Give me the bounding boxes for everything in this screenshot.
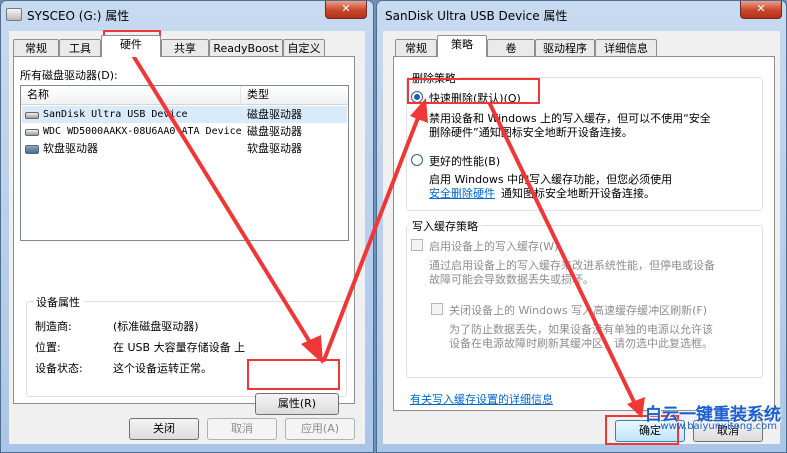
better-performance-radio[interactable]: [411, 154, 423, 166]
close-icon: ✕: [341, 2, 351, 15]
disable-flush-description: 设备在电源故障时刷新其缓冲区，请勿选中此复选框。: [449, 337, 713, 350]
device-type: 软盘驱动器: [247, 142, 302, 155]
close-button[interactable]: 关闭: [129, 418, 199, 440]
floppy-drive-icon: [25, 145, 39, 154]
properties-button[interactable]: 属性(R): [255, 393, 339, 415]
write-caching-group: 写入缓存策略 启用设备上的写入缓存(W) 通过启用设备上的写入缓存来改进系统性能…: [406, 218, 763, 378]
close-icon: ✕: [756, 2, 766, 15]
removal-policy-group: 删除策略 快速删除(默认)(Q) 禁用设备和 Windows 上的写入缓存，但可…: [406, 70, 763, 211]
write-caching-legend: 写入缓存策略: [409, 218, 481, 234]
device-type: 磁盘驱动器: [247, 108, 302, 121]
device-properties-legend: 设备属性: [33, 294, 83, 310]
left-title-bar[interactable]: SYSCEO (G:) 属性 ✕: [1, 1, 373, 29]
list-header: 名称 类型: [21, 86, 348, 105]
policies-tab-page: 删除策略 快速删除(默认)(Q) 禁用设备和 Windows 上的写入缓存，但可…: [393, 56, 775, 411]
tab-general[interactable]: 常规: [13, 39, 59, 57]
right-properties-dialog: SanDisk Ultra USB Device 属性 ✕ 常规 策略 卷 驱动…: [376, 0, 787, 453]
disk-drive-list[interactable]: 名称 类型 SanDisk Ultra USB Device 磁盘驱动器 WDC…: [20, 85, 349, 241]
better-performance-label[interactable]: 更好的性能(B): [429, 153, 500, 169]
enable-write-caching-checkbox[interactable]: [411, 239, 423, 251]
manufacturer-label: 制造商:: [35, 320, 72, 333]
right-dialog-body: 常规 策略 卷 驱动程序 详细信息 删除策略 快速删除(默认)(Q) 禁用设备和…: [383, 31, 780, 444]
removal-policy-legend: 删除策略: [409, 70, 459, 86]
device-name: WDC WD5000AAKX-08U6AA0 ATA Device: [43, 126, 242, 137]
tab-readyboost[interactable]: ReadyBoost: [209, 39, 283, 57]
enable-write-caching-label[interactable]: 启用设备上的写入缓存(W): [429, 238, 558, 254]
tab-volumes[interactable]: 卷: [487, 39, 535, 57]
quick-removal-label[interactable]: 快速删除(默认)(Q): [429, 90, 521, 106]
left-dialog-body: 常规 工具 硬件 共享 ReadyBoost 自定义 所有磁盘驱动器(D): 名…: [9, 31, 365, 444]
column-type[interactable]: 类型: [241, 86, 348, 104]
list-item[interactable]: WDC WD5000AAKX-08U6AA0 ATA Device 磁盘驱动器: [22, 123, 347, 140]
device-properties-group: 设备属性 制造商: (标准磁盘驱动器) 位置: 在 USB 大容量存储设备 上 …: [26, 294, 347, 397]
left-properties-dialog: SYSCEO (G:) 属性 ✕ 常规 工具 硬件 共享 ReadyBoost …: [0, 0, 374, 453]
write-caching-details-link[interactable]: 有关写入缓存设置的详细信息: [410, 391, 553, 407]
device-name: 软盘驱动器: [43, 142, 98, 155]
tab-tools[interactable]: 工具: [59, 39, 101, 57]
right-window-title: SanDisk Ultra USB Device 属性: [385, 9, 568, 23]
status-value: 这个设备运转正常。: [113, 362, 212, 375]
tab-general[interactable]: 常规: [395, 39, 437, 57]
disk-drive-icon: [25, 129, 39, 136]
quick-removal-radio[interactable]: [411, 91, 423, 103]
manufacturer-value: (标准磁盘驱动器): [113, 320, 199, 333]
quick-removal-description: 删除硬件”通知图标安全地断开设备连接。: [429, 126, 633, 139]
safely-remove-hardware-link[interactable]: 安全删除硬件: [429, 185, 495, 201]
device-name: SanDisk Ultra USB Device: [43, 109, 188, 120]
cancel-button[interactable]: 取消: [207, 418, 277, 440]
device-type: 磁盘驱动器: [247, 125, 302, 138]
hardware-tab-page: 所有磁盘驱动器(D): 名称 类型 SanDisk Ultra USB Devi…: [13, 56, 355, 415]
drive-icon: [6, 8, 22, 21]
enable-write-caching-description: 故障可能会导致数据丢失或损坏。: [429, 273, 594, 286]
watermark-url: www.baiyunxitong.com: [660, 421, 777, 432]
disk-list-label: 所有磁盘驱动器(D):: [20, 69, 118, 82]
location-value: 在 USB 大容量存储设备 上: [113, 341, 246, 354]
tab-driver[interactable]: 驱动程序: [535, 39, 595, 57]
location-label: 位置:: [35, 341, 61, 354]
tab-sharing[interactable]: 共享: [161, 39, 209, 57]
right-close-window-button[interactable]: ✕: [740, 1, 782, 19]
disable-flush-label[interactable]: 关闭设备上的 Windows 写入高速缓存缓冲区刷新(F): [449, 302, 707, 318]
tab-policies[interactable]: 策略: [437, 35, 487, 57]
list-item[interactable]: 软盘驱动器 软盘驱动器: [22, 140, 347, 157]
tab-hardware[interactable]: 硬件: [101, 35, 161, 57]
status-label: 设备状态:: [35, 362, 83, 375]
better-performance-description: 通知图标安全地断开设备连接。: [501, 187, 655, 200]
tab-details[interactable]: 详细信息: [595, 39, 657, 57]
apply-button[interactable]: 应用(A): [285, 418, 355, 440]
right-title-bar[interactable]: SanDisk Ultra USB Device 属性 ✕: [377, 1, 786, 29]
disk-drive-icon: [25, 112, 39, 119]
left-close-window-button[interactable]: ✕: [325, 1, 367, 19]
disable-flush-checkbox[interactable]: [431, 303, 443, 315]
tab-customize[interactable]: 自定义: [283, 39, 325, 57]
left-window-title: SYSCEO (G:) 属性: [27, 9, 130, 23]
list-item[interactable]: SanDisk Ultra USB Device 磁盘驱动器: [22, 106, 347, 123]
column-name[interactable]: 名称: [21, 86, 241, 104]
